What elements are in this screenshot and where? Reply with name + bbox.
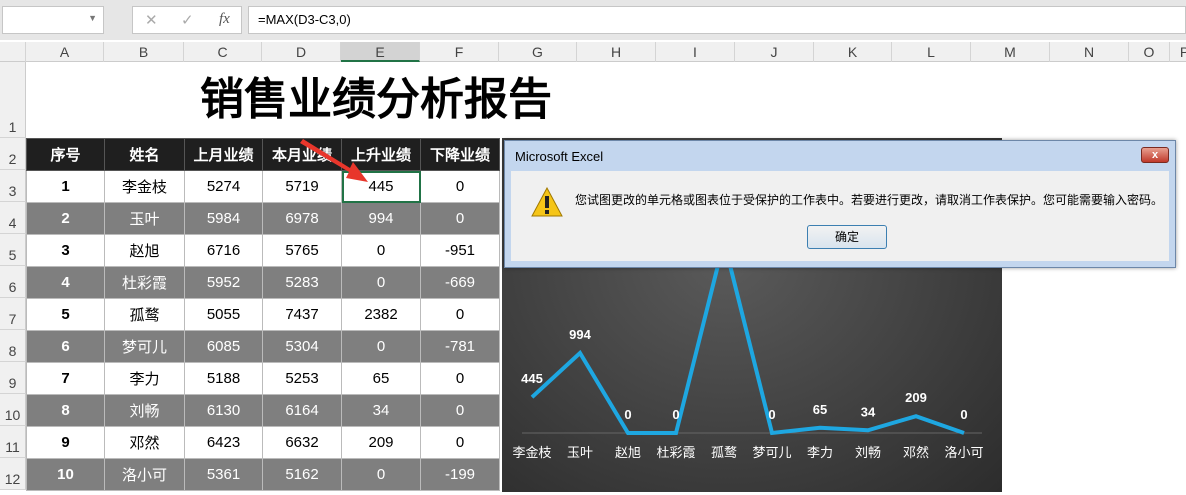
warning-icon (531, 187, 563, 217)
ok-button[interactable]: 确定 (807, 225, 887, 249)
close-button[interactable]: x (1141, 147, 1169, 163)
dialog-title: Microsoft Excel (515, 149, 604, 164)
red-arrow-icon (300, 139, 368, 182)
dialog-body: 您试图更改的单元格或图表位于受保护的工作表中。若要进行更改，请取消工作表保护。您… (511, 171, 1169, 261)
protected-sheet-dialog: Microsoft Excel x 您试图更改的单元格或图表位于受保护的工作表中… (504, 140, 1176, 268)
dialog-message: 您试图更改的单元格或图表位于受保护的工作表中。若要进行更改，请取消工作表保护。您… (575, 193, 1164, 207)
